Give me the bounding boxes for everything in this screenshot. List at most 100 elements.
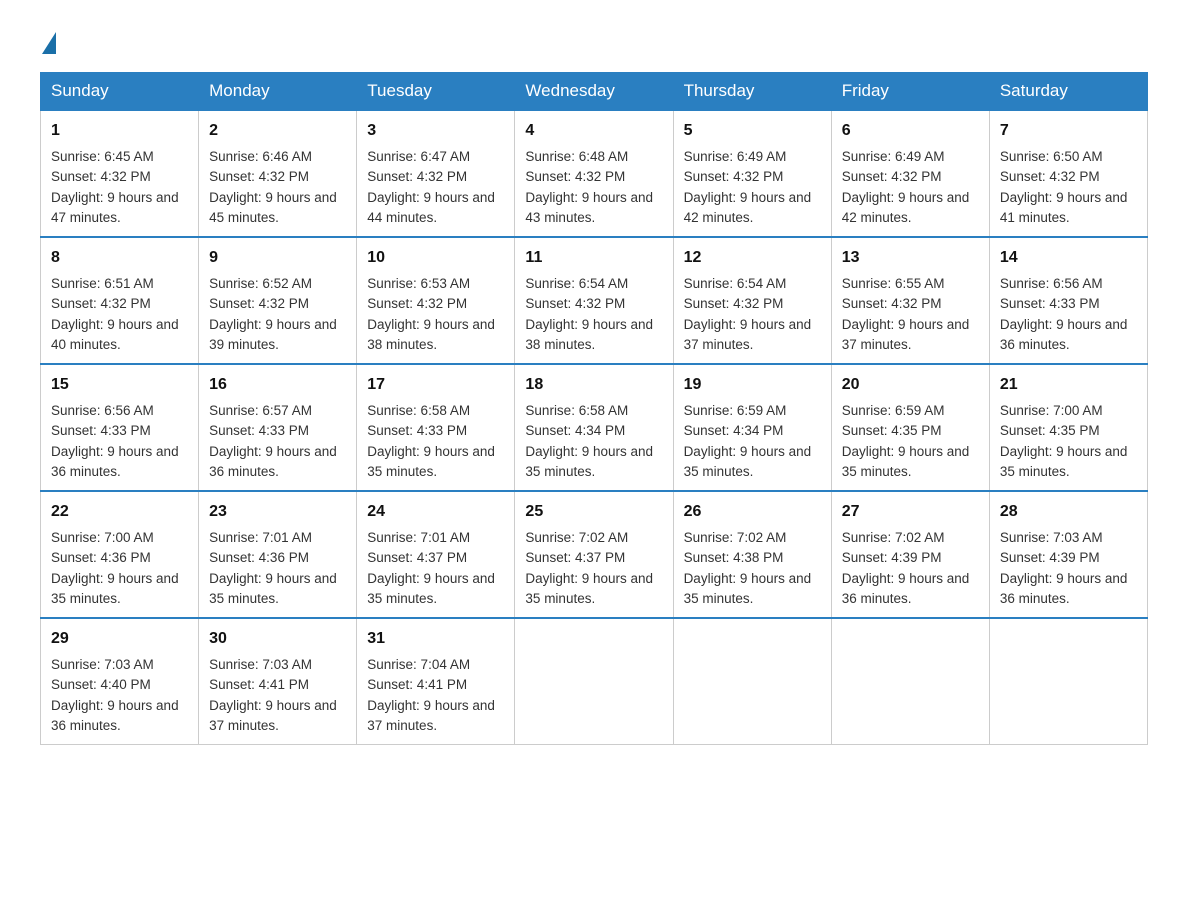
sunrise-label: Sunrise: 6:54 AM <box>525 276 628 291</box>
sunset-label: Sunset: 4:33 PM <box>51 423 151 438</box>
calendar-cell: 27Sunrise: 7:02 AMSunset: 4:39 PMDayligh… <box>831 491 989 618</box>
sunrise-label: Sunrise: 6:49 AM <box>684 149 787 164</box>
day-number: 23 <box>209 500 346 524</box>
calendar-cell: 24Sunrise: 7:01 AMSunset: 4:37 PMDayligh… <box>357 491 515 618</box>
sunrise-label: Sunrise: 6:45 AM <box>51 149 154 164</box>
calendar-week-row: 15Sunrise: 6:56 AMSunset: 4:33 PMDayligh… <box>41 364 1148 491</box>
calendar-week-row: 22Sunrise: 7:00 AMSunset: 4:36 PMDayligh… <box>41 491 1148 618</box>
calendar-cell: 1Sunrise: 6:45 AMSunset: 4:32 PMDaylight… <box>41 110 199 237</box>
sunrise-label: Sunrise: 7:01 AM <box>367 530 470 545</box>
sunset-label: Sunset: 4:33 PM <box>1000 296 1100 311</box>
calendar-cell: 4Sunrise: 6:48 AMSunset: 4:32 PMDaylight… <box>515 110 673 237</box>
daylight-label: Daylight: 9 hours and 42 minutes. <box>842 190 970 225</box>
calendar-cell: 28Sunrise: 7:03 AMSunset: 4:39 PMDayligh… <box>989 491 1147 618</box>
calendar-cell: 3Sunrise: 6:47 AMSunset: 4:32 PMDaylight… <box>357 110 515 237</box>
day-number: 1 <box>51 119 188 143</box>
sunset-label: Sunset: 4:32 PM <box>842 169 942 184</box>
sunset-label: Sunset: 4:41 PM <box>209 677 309 692</box>
calendar-cell: 5 Sunrise: 6:49 AM Sunset: 4:32 PM Daylight… <box>673 110 831 237</box>
day-number: 11 <box>525 246 662 270</box>
daylight-label: Daylight: 9 hours and 35 minutes. <box>525 571 653 606</box>
calendar-cell: 19Sunrise: 6:59 AMSunset: 4:34 PMDayligh… <box>673 364 831 491</box>
calendar-cell: 21Sunrise: 7:00 AMSunset: 4:35 PMDayligh… <box>989 364 1147 491</box>
calendar-cell <box>515 618 673 745</box>
calendar-header-thursday: Thursday <box>673 73 831 111</box>
day-number: 18 <box>525 373 662 397</box>
calendar-cell: 11Sunrise: 6:54 AMSunset: 4:32 PMDayligh… <box>515 237 673 364</box>
daylight-label: Daylight: 9 hours and 35 minutes. <box>842 444 970 479</box>
sunrise-label: Sunrise: 6:49 AM <box>842 149 945 164</box>
day-number: 30 <box>209 627 346 651</box>
logo-triangle-icon <box>42 32 56 54</box>
daylight-label: Daylight: 9 hours and 36 minutes. <box>1000 317 1128 352</box>
calendar-cell: 10Sunrise: 6:53 AMSunset: 4:32 PMDayligh… <box>357 237 515 364</box>
day-number: 8 <box>51 246 188 270</box>
day-number: 13 <box>842 246 979 270</box>
day-number: 14 <box>1000 246 1137 270</box>
calendar-cell: 8Sunrise: 6:51 AMSunset: 4:32 PMDaylight… <box>41 237 199 364</box>
daylight-label: Daylight: 9 hours and 43 minutes. <box>525 190 653 225</box>
daylight-label: Daylight: 9 hours and 36 minutes. <box>51 444 179 479</box>
sunset-label: Sunset: 4:32 PM <box>1000 169 1100 184</box>
daylight-label: Daylight: 9 hours and 47 minutes. <box>51 190 179 225</box>
sunrise-label: Sunrise: 6:59 AM <box>684 403 787 418</box>
daylight-label: Daylight: 9 hours and 42 minutes. <box>684 190 812 225</box>
day-number: 3 <box>367 119 504 143</box>
sunrise-label: Sunrise: 6:55 AM <box>842 276 945 291</box>
calendar-cell: 17Sunrise: 6:58 AMSunset: 4:33 PMDayligh… <box>357 364 515 491</box>
daylight-label: Daylight: 9 hours and 36 minutes. <box>842 571 970 606</box>
calendar-cell: 18Sunrise: 6:58 AMSunset: 4:34 PMDayligh… <box>515 364 673 491</box>
sunset-label: Sunset: 4:32 PM <box>684 296 784 311</box>
sunset-label: Sunset: 4:32 PM <box>367 169 467 184</box>
day-number: 26 <box>684 500 821 524</box>
daylight-label: Daylight: 9 hours and 35 minutes. <box>51 571 179 606</box>
calendar-header-tuesday: Tuesday <box>357 73 515 111</box>
sunrise-label: Sunrise: 7:02 AM <box>842 530 945 545</box>
sunset-label: Sunset: 4:35 PM <box>842 423 942 438</box>
calendar-cell: 23Sunrise: 7:01 AMSunset: 4:36 PMDayligh… <box>199 491 357 618</box>
day-number: 16 <box>209 373 346 397</box>
day-number: 22 <box>51 500 188 524</box>
sunset-label: Sunset: 4:32 PM <box>51 296 151 311</box>
day-number: 5 <box>684 119 821 143</box>
calendar-cell <box>989 618 1147 745</box>
sunset-label: Sunset: 4:32 PM <box>209 169 309 184</box>
calendar-week-row: 8Sunrise: 6:51 AMSunset: 4:32 PMDaylight… <box>41 237 1148 364</box>
sunrise-label: Sunrise: 6:52 AM <box>209 276 312 291</box>
sunset-label: Sunset: 4:32 PM <box>525 296 625 311</box>
sunset-label: Sunset: 4:38 PM <box>684 550 784 565</box>
calendar-header-monday: Monday <box>199 73 357 111</box>
daylight-label: Daylight: 9 hours and 35 minutes. <box>209 571 337 606</box>
sunrise-label: Sunrise: 7:02 AM <box>684 530 787 545</box>
sunset-label: Sunset: 4:32 PM <box>684 169 784 184</box>
daylight-label: Daylight: 9 hours and 35 minutes. <box>367 444 495 479</box>
daylight-label: Daylight: 9 hours and 41 minutes. <box>1000 190 1128 225</box>
sunrise-label: Sunrise: 7:00 AM <box>51 530 154 545</box>
sunset-label: Sunset: 4:33 PM <box>367 423 467 438</box>
daylight-label: Daylight: 9 hours and 35 minutes. <box>367 571 495 606</box>
day-number: 12 <box>684 246 821 270</box>
daylight-label: Daylight: 9 hours and 35 minutes. <box>1000 444 1128 479</box>
sunrise-label: Sunrise: 6:48 AM <box>525 149 628 164</box>
day-number: 29 <box>51 627 188 651</box>
calendar-week-row: 1 Sunrise: 6:45 AM Sunset: 4:32 PM Daylight… <box>41 110 1148 237</box>
sunrise-label: Sunrise: 7:03 AM <box>1000 530 1103 545</box>
sunrise-label: Sunrise: 6:53 AM <box>367 276 470 291</box>
calendar-cell: 6Sunrise: 6:49 AMSunset: 4:32 PMDaylight… <box>831 110 989 237</box>
sunset-label: Sunset: 4:39 PM <box>1000 550 1100 565</box>
sunrise-label: Sunrise: 6:47 AM <box>367 149 470 164</box>
sunrise-label: Sunrise: 6:59 AM <box>842 403 945 418</box>
calendar-cell: 30Sunrise: 7:03 AMSunset: 4:41 PMDayligh… <box>199 618 357 745</box>
daylight-label: Daylight: 9 hours and 37 minutes. <box>209 698 337 733</box>
daylight-label: Daylight: 9 hours and 40 minutes. <box>51 317 179 352</box>
day-number: 20 <box>842 373 979 397</box>
sunset-label: Sunset: 4:32 PM <box>209 296 309 311</box>
day-number: 9 <box>209 246 346 270</box>
sunset-label: Sunset: 4:33 PM <box>209 423 309 438</box>
calendar-table: SundayMondayTuesdayWednesdayThursdayFrid… <box>40 72 1148 745</box>
day-number: 24 <box>367 500 504 524</box>
day-number: 19 <box>684 373 821 397</box>
calendar-cell: 26Sunrise: 7:02 AMSunset: 4:38 PMDayligh… <box>673 491 831 618</box>
sunset-label: Sunset: 4:35 PM <box>1000 423 1100 438</box>
sunset-label: Sunset: 4:39 PM <box>842 550 942 565</box>
